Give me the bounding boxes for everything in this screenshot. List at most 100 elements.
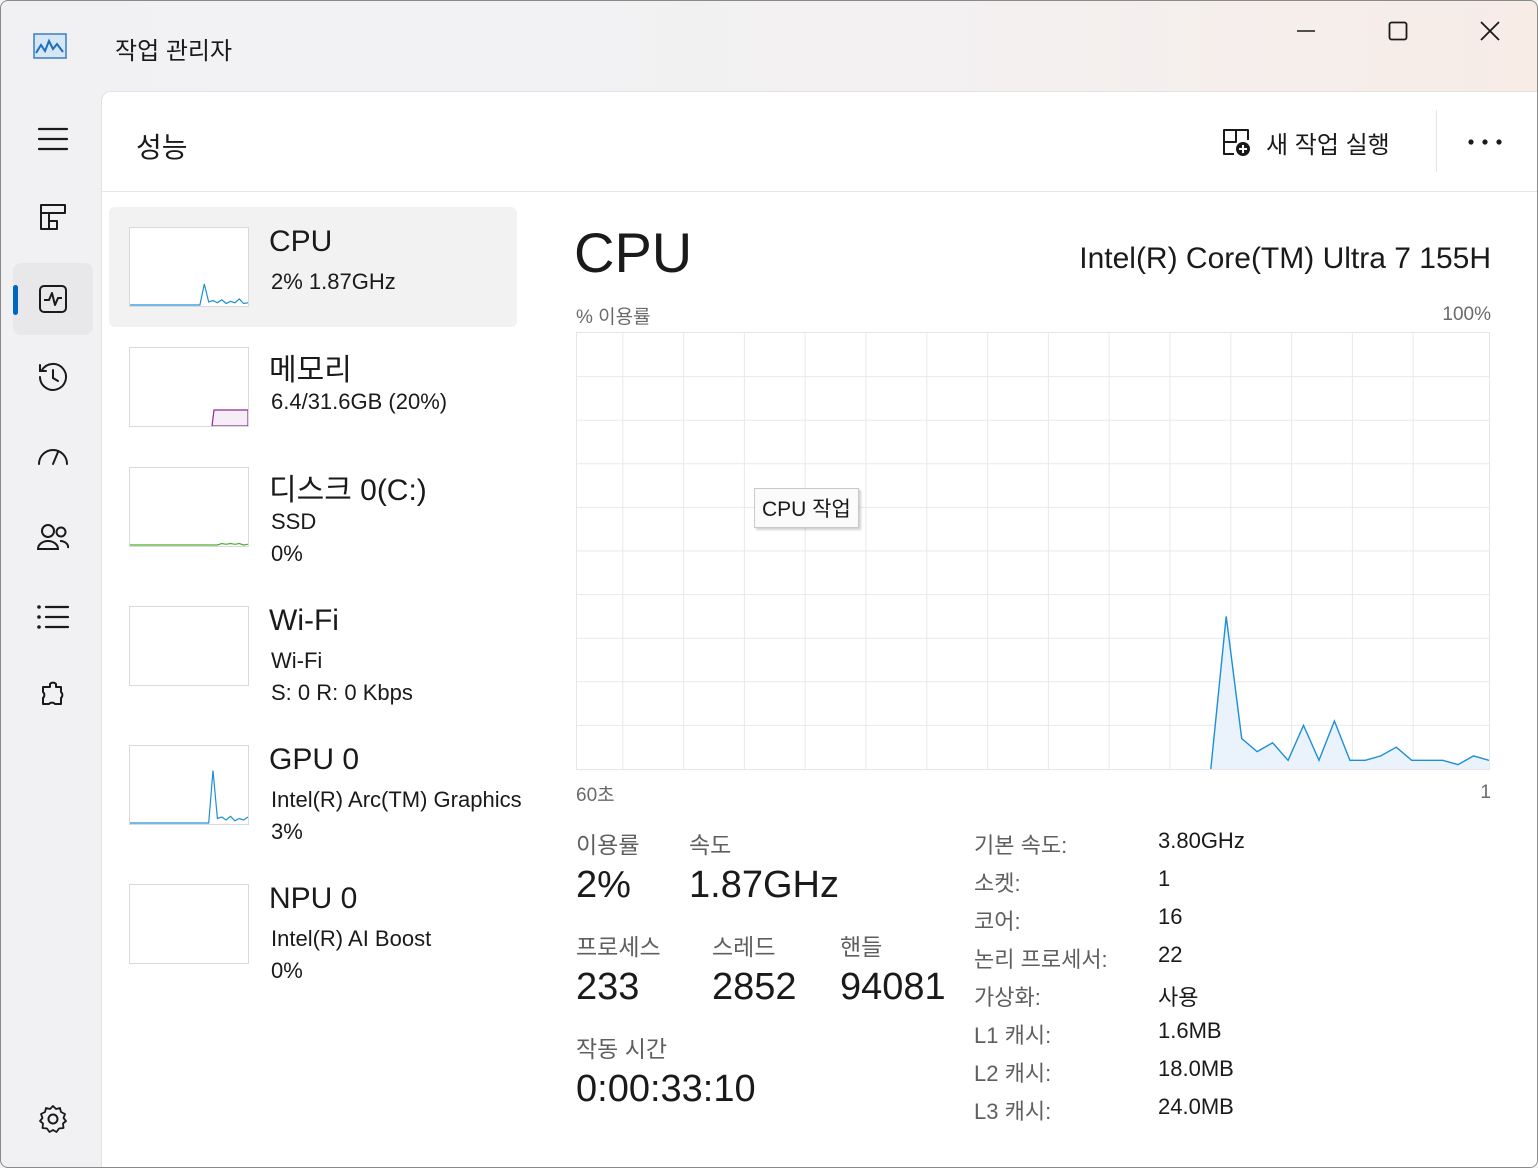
app-title: 작업 관리자	[115, 38, 233, 65]
cpu-usage-line	[1210, 616, 1490, 770]
spec-value: 1.6MB	[1158, 1018, 1222, 1043]
resource-item[interactable]: CPU 2% 1.87GHz	[109, 207, 517, 327]
spec-value: 사용	[1158, 985, 1199, 1010]
resource-name: 메모리	[269, 354, 352, 387]
x-axis-left-label: 60초	[576, 785, 615, 806]
resource-value: 0%	[271, 958, 303, 983]
close-icon	[1480, 21, 1500, 41]
settings-icon	[39, 1105, 67, 1133]
spec-value: 3.80GHz	[1158, 828, 1245, 853]
processes-icon	[40, 204, 66, 230]
spec-label: 가상화:	[974, 985, 1041, 1010]
close-button[interactable]	[1467, 11, 1513, 51]
spec-label: L1 캐시:	[974, 1023, 1052, 1048]
resource-sparkline	[211, 409, 248, 426]
utilization-value: 2%	[576, 864, 631, 906]
startup-apps-icon	[38, 449, 68, 465]
processes-value: 233	[576, 966, 640, 1008]
resource-sparkline	[130, 885, 248, 963]
resource-sparkline	[130, 770, 248, 824]
threads-value: 2852	[712, 966, 797, 1008]
minimize-icon	[1297, 30, 1315, 32]
resource-detail: 6.4/31.6GB (20%)	[271, 389, 448, 414]
uptime-label: 작동 시간	[576, 1036, 668, 1062]
resource-value: 0%	[271, 541, 303, 566]
spec-value: 24.0MB	[1158, 1094, 1234, 1119]
services-icon	[42, 681, 64, 705]
cpu-usage-graph[interactable]	[576, 332, 1490, 770]
title-bar[interactable]: 작업 관리자	[1, 1, 1537, 93]
handles-value: 94081	[840, 966, 946, 1008]
more-options-icon	[1468, 139, 1502, 145]
resource-detail: Intel(R) Arc(TM) Graphics	[271, 787, 522, 812]
x-axis-right-label: 1	[1480, 782, 1491, 803]
resource-sparkline	[130, 542, 248, 546]
nav-services[interactable]	[13, 661, 93, 733]
spec-value: 1	[1158, 866, 1171, 891]
nav-details[interactable]	[13, 581, 93, 653]
resource-thumbnail-graph	[129, 467, 249, 547]
cpu-usage-area	[1210, 616, 1489, 769]
spec-label: 소켓:	[974, 871, 1021, 896]
run-new-task-label: 새 작업 실행	[1266, 131, 1390, 159]
resource-item[interactable]: GPU 0 Intel(R) Arc(TM) Graphics 3%	[109, 725, 522, 845]
spec-label: 코어:	[974, 909, 1021, 934]
more-options-button[interactable]	[1462, 122, 1508, 162]
nav-app-history[interactable]	[13, 341, 93, 413]
spec-value: 22	[1158, 942, 1183, 967]
y-axis-max: 100%	[1442, 304, 1491, 325]
nav-settings[interactable]	[13, 1083, 93, 1155]
resource-item[interactable]: Wi-Fi Wi-Fi S: 0 R: 0 Kbps	[109, 586, 517, 706]
spec-label: L3 캐시:	[974, 1099, 1052, 1124]
new-task-icon	[1223, 129, 1250, 156]
resource-detail: SSD	[271, 509, 317, 534]
detail-title: CPU	[574, 221, 693, 284]
resource-detail: Wi-Fi	[271, 648, 323, 673]
resource-name: Wi-Fi	[269, 604, 339, 637]
task-manager-window: 작업 관리자 성능 새 작업 실행 CPU 2% 1.87GHz 메모리 6.4…	[0, 0, 1538, 1168]
cpu-model-name: Intel(R) Core(TM) Ultra 7 155H	[1079, 242, 1491, 275]
app-history-icon	[39, 362, 67, 391]
y-axis-label: % 이용률	[576, 307, 651, 328]
spec-label: 논리 프로세서:	[974, 947, 1108, 972]
resource-thumbnail-graph	[129, 347, 249, 427]
speed-label: 속도	[689, 832, 732, 858]
spec-label: 기본 속도:	[974, 833, 1068, 858]
resource-name: NPU 0	[269, 882, 358, 915]
nav-performance[interactable]	[13, 263, 93, 335]
performance-icon	[39, 285, 67, 313]
nav-active-indicator	[13, 285, 18, 315]
resource-name: 디스크 0(C:)	[269, 474, 427, 507]
resource-value: 3%	[271, 819, 303, 844]
resource-detail: Intel(R) AI Boost	[271, 926, 432, 951]
speed-value: 1.87GHz	[689, 864, 839, 906]
handles-label: 핸들	[840, 934, 883, 960]
main-panel: 성능 새 작업 실행 CPU 2% 1.87GHz 메모리 6.4/31.6GB (2…	[101, 91, 1537, 1167]
nav-startup-apps[interactable]	[13, 421, 93, 493]
minimize-button[interactable]	[1283, 11, 1329, 51]
graph-tooltip: CPU 작업	[754, 488, 859, 528]
hamburger-menu-icon	[37, 127, 69, 151]
details-icon	[37, 605, 70, 629]
resource-thumbnail-graph	[129, 606, 249, 686]
utilization-label: 이용률	[576, 832, 640, 858]
nav-menu-button[interactable]	[13, 103, 93, 175]
spec-value: 18.0MB	[1158, 1056, 1234, 1081]
maximize-button[interactable]	[1375, 11, 1421, 51]
uptime-value: 0:00:33:10	[576, 1068, 756, 1110]
resource-item[interactable]: NPU 0 Intel(R) AI Boost 0%	[109, 864, 517, 984]
resource-name: CPU	[269, 225, 333, 258]
nav-users[interactable]	[13, 501, 93, 573]
header-divider	[1436, 110, 1437, 172]
resource-thumbnail-graph	[129, 227, 249, 307]
spec-label: L2 캐시:	[974, 1061, 1052, 1086]
page-header: 성능 새 작업 실행	[102, 92, 1537, 192]
maximize-icon	[1388, 21, 1408, 41]
nav-processes[interactable]	[13, 181, 93, 253]
resource-item[interactable]: 메모리 6.4/31.6GB (20%)	[109, 327, 517, 447]
resource-detail: 2% 1.87GHz	[271, 269, 396, 294]
run-new-task-button[interactable]: 새 작업 실행	[1220, 122, 1390, 162]
processes-label: 프로세스	[576, 934, 661, 960]
resource-item[interactable]: 디스크 0(C:) SSD 0%	[109, 447, 517, 567]
threads-label: 스레드	[712, 934, 776, 960]
